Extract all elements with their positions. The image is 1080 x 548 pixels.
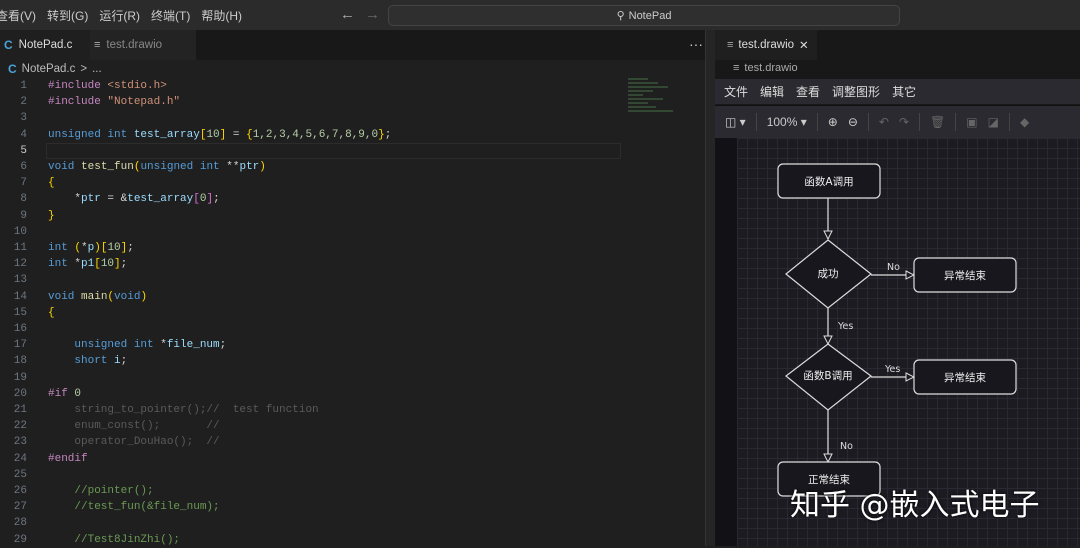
node-decision-1-label: 成功 bbox=[818, 268, 839, 280]
edge-label-no: No bbox=[887, 262, 900, 273]
node-start-label: 函数A调用 bbox=[804, 175, 853, 188]
node-error-1-label: 异常结束 bbox=[944, 269, 986, 282]
edge-label-yes: Yes bbox=[884, 364, 900, 375]
watermark: 知乎 @嵌入式电子 bbox=[790, 488, 1040, 523]
node-decision-2-label: 函数B调用 bbox=[803, 369, 852, 382]
edge-label-no: No bbox=[840, 441, 853, 452]
node-error-2-label: 异常结束 bbox=[944, 371, 986, 384]
flowchart: 函数A调用 成功 异常结束 函数B调用 异常结束 正常结束 No Yes Yes… bbox=[777, 163, 1017, 497]
edge-label-yes: Yes bbox=[837, 321, 853, 332]
